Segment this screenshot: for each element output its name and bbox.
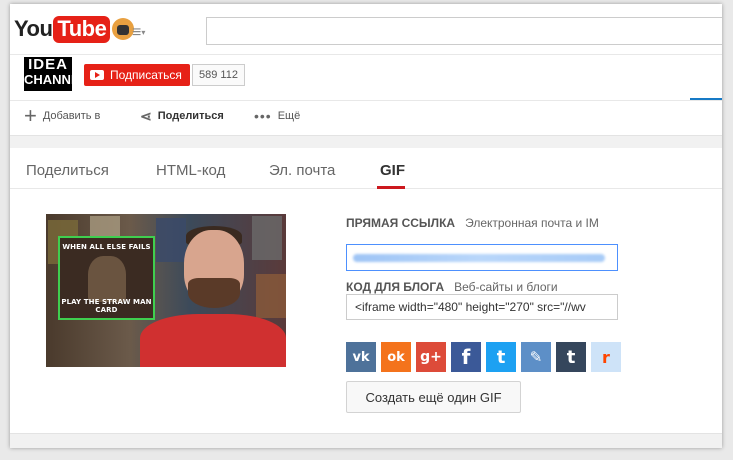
youtube-play-icon xyxy=(90,70,104,80)
facebook-icon[interactable]: f xyxy=(451,342,481,372)
logo-tube-text: Tube xyxy=(53,15,111,43)
direct-link-hint: Электронная почта и IM xyxy=(465,216,599,230)
reddit-icon[interactable]: r xyxy=(591,342,621,372)
share-tabs: Поделиться HTML-код Эл. почта GIF xyxy=(10,148,722,189)
odnoklassniki-icon[interactable]: ok xyxy=(381,342,411,372)
action-bar: + Добавить в ⋖ Поделиться ••• Ещё xyxy=(10,100,722,135)
more-dots-icon: ••• xyxy=(254,108,272,124)
create-another-gif-button[interactable]: Создать ещё один GIF xyxy=(346,381,521,413)
share-panel: Поделиться HTML-код Эл. почта GIF WHEN A… xyxy=(10,148,722,433)
meme-bottom-text: PLAY THE STRAW MAN CARD xyxy=(61,298,152,314)
poster-3 xyxy=(156,218,186,262)
blog-code-label: КОД ДЛЯ БЛОГА xyxy=(346,280,445,294)
poster-5 xyxy=(256,274,286,318)
bottom-divider xyxy=(10,433,722,448)
subscribe-button[interactable]: Подписаться xyxy=(84,64,190,86)
poster-4 xyxy=(252,216,282,260)
share-icon: ⋖ xyxy=(140,108,152,124)
channel-bar: IDEA CHANNEL Подписаться 589 112 xyxy=(10,55,722,99)
person-shirt xyxy=(140,314,286,367)
blog-code-field[interactable]: <iframe width="480" height="270" src="//… xyxy=(346,294,618,320)
tab-gif[interactable]: GIF xyxy=(380,162,405,179)
tab-email[interactable]: Эл. почта xyxy=(269,162,335,179)
logo-you-text: You xyxy=(14,16,53,41)
avatar-line2: CHANNEL xyxy=(24,72,72,87)
blurred-link-value xyxy=(353,254,605,262)
meme-top-text: WHEN ALL ELSE FAILS xyxy=(62,243,151,251)
more-label: Ещё xyxy=(277,110,301,122)
share-label: Поделиться xyxy=(157,110,224,122)
blog-code-hint: Веб-сайты и блоги xyxy=(454,280,558,294)
youtube-logo[interactable]: You Tube xyxy=(14,14,135,44)
tumblr-icon[interactable]: t xyxy=(556,342,586,372)
direct-link-field[interactable] xyxy=(346,244,618,271)
search-input[interactable] xyxy=(206,17,722,45)
plus-icon: + xyxy=(24,103,37,128)
add-to-button[interactable]: + Добавить в xyxy=(24,103,101,128)
avatar-line1: IDEA xyxy=(28,57,68,73)
share-services: vk ok g+ f t ✎ t r xyxy=(346,342,621,372)
share-button[interactable]: ⋖ Поделиться xyxy=(140,108,224,124)
person-beard xyxy=(188,278,240,308)
tab-html-code[interactable]: HTML-код xyxy=(156,162,225,179)
hamburger-menu-icon[interactable]: ≡▾ xyxy=(132,25,158,41)
direct-link-label-row: ПРЯМАЯ ССЫЛКА Электронная почта и IM xyxy=(346,217,626,230)
add-to-label: Добавить в xyxy=(42,110,101,122)
vk-icon[interactable]: vk xyxy=(346,342,376,372)
gif-preview: WHEN ALL ELSE FAILS PLAY THE STRAW MAN C… xyxy=(46,214,286,367)
section-divider xyxy=(10,135,722,149)
meme-card: WHEN ALL ELSE FAILS PLAY THE STRAW MAN C… xyxy=(58,236,155,320)
subscribe-label: Подписаться xyxy=(110,68,182,82)
more-button[interactable]: ••• Ещё xyxy=(254,108,301,124)
direct-link-label: ПРЯМАЯ ССЫЛКА xyxy=(346,216,456,230)
subscriber-count: 589 112 xyxy=(192,64,245,86)
youtube-page: You Tube ≡▾ IDEA CHANNEL Подписаться 589… xyxy=(10,4,722,448)
tab-share[interactable]: Поделиться xyxy=(26,162,109,179)
active-tab-underline xyxy=(377,186,405,189)
meme-figure xyxy=(88,256,126,302)
livejournal-icon[interactable]: ✎ xyxy=(521,342,551,372)
masthead: You Tube ≡▾ xyxy=(10,4,722,55)
google-plus-icon[interactable]: g+ xyxy=(416,342,446,372)
twitter-icon[interactable]: t xyxy=(486,342,516,372)
blog-code-label-row: КОД ДЛЯ БЛОГА Веб-сайты и блоги xyxy=(346,280,558,294)
channel-avatar[interactable]: IDEA CHANNEL xyxy=(24,57,72,91)
